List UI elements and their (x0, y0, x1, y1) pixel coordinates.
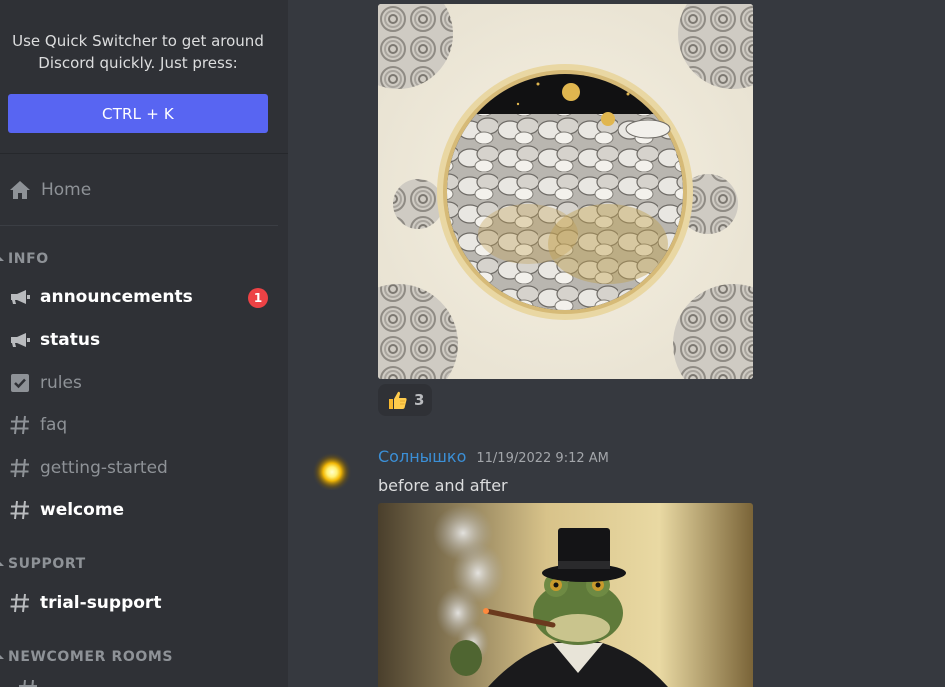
channel-name: rules (40, 373, 82, 393)
image-attachment-frog-top-hat[interactable] (378, 503, 753, 687)
channel-name: getting-started (40, 458, 168, 478)
message-header: Солнышко 11/19/2022 9:12 AM (378, 447, 609, 466)
category-newcomer-label: NEWCOMER ROOMS (8, 649, 174, 665)
reaction-count: 3 (414, 391, 425, 409)
channel-name: faq (40, 415, 68, 435)
reaction-thumbs-up[interactable]: 3 (378, 384, 433, 416)
hash-icon (8, 498, 32, 522)
quick-switcher-hint-line1: Use Quick Switcher to get around (12, 32, 264, 50)
checkbox-icon (8, 371, 32, 395)
channel-getting-started[interactable]: getting-started (8, 452, 276, 484)
channel-announcements[interactable]: announcements 1 (8, 281, 276, 313)
image-attachment-clouds-moon[interactable] (378, 4, 753, 379)
channel-trial-support[interactable]: trial-support (8, 587, 276, 619)
avatar[interactable] (312, 450, 352, 490)
chat-area: 3 Солнышко 11/19/2022 9:12 AM before and… (288, 0, 945, 687)
channel-faq[interactable]: faq (8, 409, 276, 441)
channel-name: announcements (40, 287, 193, 307)
sidebar-item-home[interactable]: Home (8, 174, 91, 206)
category-support[interactable]: SUPPORT (0, 556, 86, 572)
divider (0, 225, 278, 226)
divider (0, 153, 288, 154)
mention-badge: 1 (248, 288, 268, 308)
channel-name: status (40, 330, 101, 350)
megaphone-icon (8, 285, 32, 309)
discord-window: Use Quick Switcher to get around Discord… (0, 0, 945, 687)
channel-name: trial-support (40, 593, 162, 613)
hash-icon (8, 591, 32, 615)
thumbs-up-icon (389, 391, 407, 409)
hash-icon (8, 413, 32, 437)
chevron-down-icon (0, 562, 4, 566)
channel-sidebar: Use Quick Switcher to get around Discord… (0, 0, 288, 687)
quick-switcher-button[interactable]: CTRL + K (8, 94, 268, 133)
message-content: before and after (378, 476, 508, 495)
message-author[interactable]: Солнышко (378, 447, 466, 466)
clouds-moon-artwork (378, 4, 753, 379)
megaphone-icon (8, 328, 32, 352)
category-info-label: INFO (8, 251, 49, 267)
channel-welcome[interactable]: welcome (8, 494, 276, 526)
chevron-down-icon (0, 655, 4, 659)
frog-top-hat-artwork (378, 503, 753, 687)
category-info[interactable]: INFO (0, 251, 49, 267)
channel-rules[interactable]: rules (8, 367, 276, 399)
category-support-label: SUPPORT (8, 556, 86, 572)
channel-name: welcome (40, 500, 125, 520)
chevron-down-icon (0, 257, 4, 261)
message-timestamp: 11/19/2022 9:12 AM (476, 451, 609, 466)
quick-switcher-illustration-icon (100, 0, 156, 6)
home-icon (10, 181, 30, 199)
category-newcomer-rooms[interactable]: NEWCOMER ROOMS (0, 649, 173, 665)
quick-switcher-hint: Use Quick Switcher to get around Discord… (0, 30, 276, 74)
channel-status[interactable]: status (8, 324, 276, 356)
hash-icon (8, 456, 32, 480)
channel-icon-partial (19, 680, 37, 687)
sidebar-item-home-label: Home (41, 180, 92, 200)
quick-switcher-hint-line2: Discord quickly. Just press: (38, 54, 238, 72)
